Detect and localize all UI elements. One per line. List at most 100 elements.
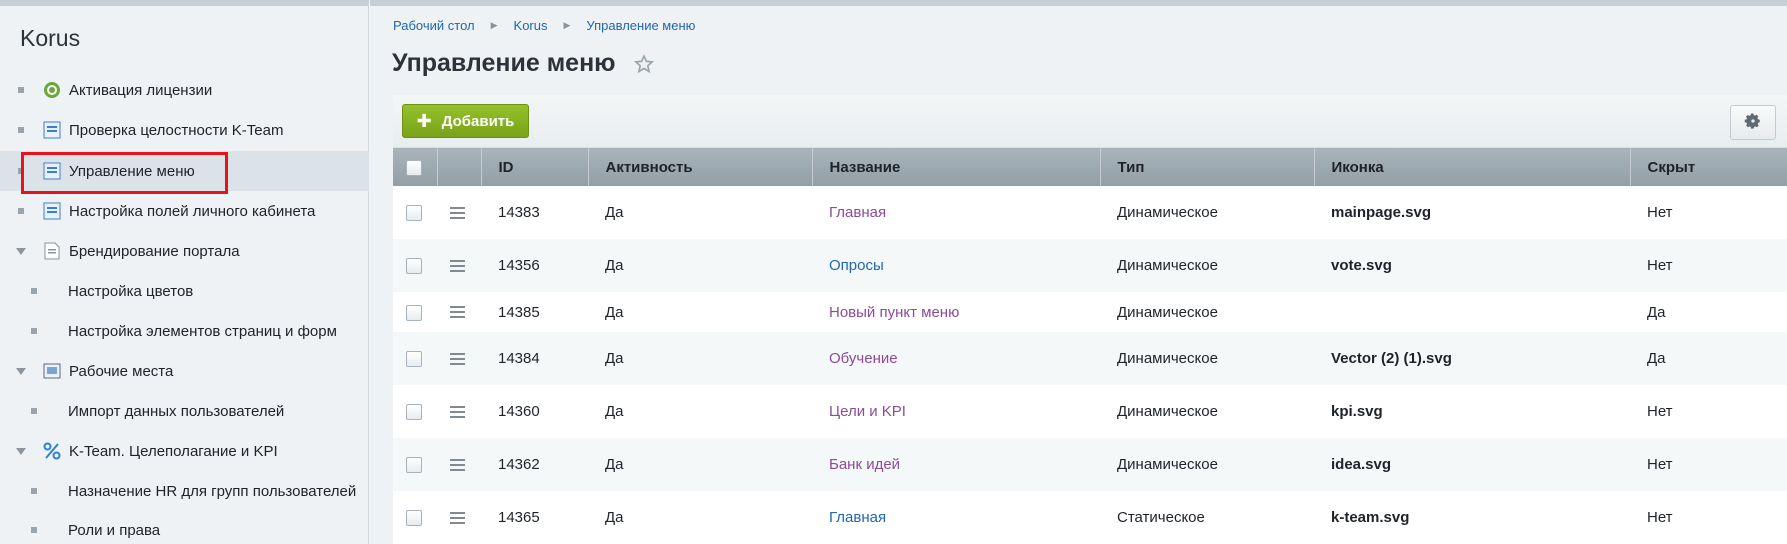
sidebar-item-label: K-Team. Целеполагание и KPI [69,442,278,460]
column-header-active[interactable]: Активность [587,148,812,186]
hamburger-icon[interactable] [450,509,465,527]
sidebar-item-hr-assignment[interactable]: Назначение HR для групп пользователей [0,471,369,511]
menu-items-table: ID Активность Название Тип Иконка Скрыт … [393,148,1787,544]
cell-id: 14385 [498,303,540,321]
percent-icon [42,442,61,461]
gear-icon [1744,112,1762,134]
column-header-type[interactable]: Тип [1099,148,1314,186]
cell-id: 14384 [498,350,540,367]
cell-name-link[interactable]: Обучение [829,350,898,367]
column-header-icon[interactable]: Иконка [1313,148,1630,186]
cell-icon: k-team.svg [1331,509,1410,526]
column-header-hidden[interactable]: Скрыт [1629,148,1787,186]
table-row[interactable]: 14385 Да Новый пункт меню Динамическое Д… [393,292,1787,332]
cell-hidden: Да [1647,303,1666,321]
select-all-cell [393,148,437,186]
cell-icon: mainpage.svg [1331,204,1432,221]
sidebar-item-license-activation[interactable]: Активация лицензии [0,70,369,110]
cell-name-link[interactable]: Банк идей [829,456,900,473]
cell-active: Да [605,257,624,274]
hamburger-icon[interactable] [450,403,465,421]
row-checkbox[interactable] [406,510,422,527]
hamburger-icon[interactable] [450,204,465,222]
cell-active: Да [605,350,624,367]
hamburger-icon[interactable] [450,456,465,474]
cell-active: Да [605,403,624,420]
sidebar-item-color-settings[interactable]: Настройка цветов [0,271,369,311]
cell-type: Динамическое [1117,403,1218,420]
menu-list-panel: ✚ Добавить ID Активность Название Тип Ик… [393,95,1787,544]
cell-type: Динамическое [1117,257,1218,274]
breadcrumb: Рабочий стол ▶ Korus ▶ Управление меню [393,18,695,33]
cell-hidden: Нет [1647,456,1673,473]
cell-icon: kpi.svg [1331,403,1383,420]
row-checkbox[interactable] [406,351,422,368]
table-header: ID Активность Название Тип Иконка Скрыт [393,148,1787,186]
sidebar-item-kteam-kpi[interactable]: K-Team. Целеполагание и KPI [0,431,369,471]
table-row[interactable]: 14384 Да Обучение Динамическое Vector (2… [393,332,1787,385]
breadcrumb-link-menu-management[interactable]: Управление меню [586,18,695,33]
table-row[interactable]: 14365 Да Главная Статическое k-team.svg … [393,491,1787,544]
cell-icon: Vector (2) (1).svg [1331,350,1452,367]
add-button[interactable]: ✚ Добавить [402,104,529,138]
cell-hidden: Нет [1647,204,1673,221]
toolbar: ✚ Добавить [393,95,1787,148]
breadcrumb-link-desktop[interactable]: Рабочий стол [393,18,475,33]
column-header-id[interactable]: ID [480,148,588,186]
table-row[interactable]: 14360 Да Цели и KPI Динамическое kpi.svg… [393,385,1787,438]
sidebar-item-page-elements[interactable]: Настройка элементов страниц и форм [0,311,369,351]
row-checkbox[interactable] [406,205,422,222]
row-checkbox[interactable] [406,304,422,321]
hamburger-icon[interactable] [450,350,465,368]
sidebar-item-label: Активация лицензии [69,81,213,99]
sidebar-item-profile-fields[interactable]: Настройка полей личного кабинета [0,191,369,231]
sidebar-item-user-import[interactable]: Импорт данных пользователей [0,391,369,431]
cell-type: Динамическое [1117,204,1218,221]
column-header-name[interactable]: Название [811,148,1100,186]
star-icon[interactable] [633,53,656,75]
document-icon [42,242,61,261]
cell-hidden: Да [1647,350,1666,367]
page-title: Управление меню [392,49,656,78]
select-all-checkbox[interactable] [406,159,422,176]
expand-arrow-icon[interactable] [16,247,26,255]
expand-arrow-icon[interactable] [16,367,26,375]
sidebar-item-label: Роли и права [68,521,161,539]
bullet-icon [31,288,37,294]
cell-name-link[interactable]: Главная [829,509,886,526]
sidebar-item-integrity-check[interactable]: Проверка целостности K-Team [0,110,369,150]
highlight-box [21,152,228,194]
cell-type: Динамическое [1117,456,1218,473]
cell-id: 14365 [498,509,540,526]
sidebar-item-workplaces[interactable]: Рабочие места [0,351,369,391]
chevron-right-icon: ▶ [490,20,498,30]
table-row[interactable]: 14383 Да Главная Динамическое mainpage.s… [393,186,1787,239]
hamburger-icon[interactable] [450,303,465,321]
cell-id: 14362 [498,456,540,473]
sidebar-item-roles[interactable]: Роли и права [0,510,369,544]
main-content: Рабочий стол ▶ Korus ▶ Управление меню У… [370,0,1787,544]
sidebar-item-label: Настройка цветов [68,282,194,300]
cell-name-link[interactable]: Опросы [829,257,884,274]
hamburger-icon[interactable] [450,257,465,275]
sidebar-item-label: Назначение HR для групп пользователей [68,482,357,500]
row-checkbox[interactable] [406,404,422,421]
cell-id: 14360 [498,403,540,420]
sidebar-title: Korus [20,25,81,51]
cell-name-link[interactable]: Главная [829,204,886,221]
cell-icon [1314,292,1630,332]
list-icon [42,202,61,221]
table-row[interactable]: 14356 Да Опросы Динамическое vote.svg Не… [393,239,1787,292]
cell-active: Да [605,456,624,473]
cell-name-link[interactable]: Новый пункт меню [829,304,959,321]
bullet-icon [31,527,37,533]
cell-hidden: Нет [1647,509,1673,526]
table-row[interactable]: 14362 Да Банк идей Динамическое idea.svg… [393,438,1787,491]
settings-button[interactable] [1730,105,1776,140]
breadcrumb-link-korus[interactable]: Korus [514,18,548,33]
row-checkbox[interactable] [406,457,422,474]
sidebar-item-portal-branding[interactable]: Брендирование портала [0,231,369,271]
cell-name-link[interactable]: Цели и KPI [829,403,906,420]
row-checkbox[interactable] [406,258,422,275]
expand-arrow-icon[interactable] [16,447,26,455]
